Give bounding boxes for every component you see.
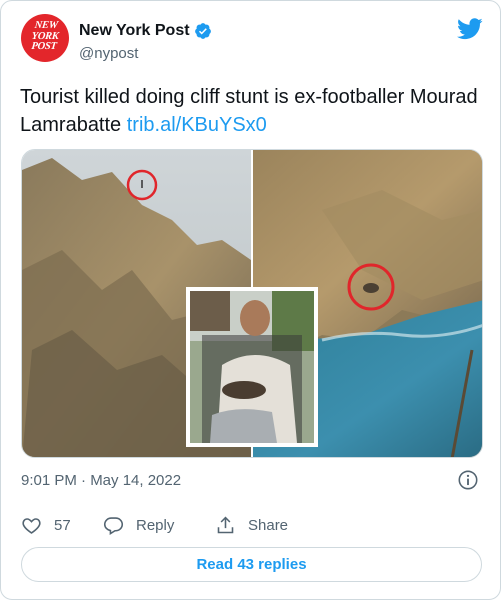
read-replies-button[interactable]: Read 43 replies	[21, 547, 482, 582]
author-handle[interactable]: @nypost	[79, 45, 138, 62]
tweet-timestamp[interactable]: 9:01 PM · May 14, 2022	[21, 472, 181, 489]
author-name-row: New York Post	[79, 22, 212, 40]
avatar-logo-text: NEW YORK POST	[30, 20, 60, 52]
info-icon[interactable]	[457, 469, 479, 491]
comment-bubble-icon	[103, 516, 124, 535]
share-label: Share	[248, 516, 289, 534]
share-button[interactable]: Share	[215, 515, 288, 536]
author-name[interactable]: New York Post	[79, 22, 190, 40]
heart-icon	[22, 517, 41, 534]
reply-label: Reply	[136, 516, 175, 534]
share-upload-icon	[217, 516, 234, 533]
tweet-link[interactable]: trib.al/KBuYSx0	[127, 114, 267, 136]
tweet-media-image[interactable]	[21, 149, 483, 458]
media-collage	[22, 150, 482, 457]
tweet-card: NEW YORK POST New York Post @nypost Tour…	[0, 0, 501, 600]
avatar[interactable]: NEW YORK POST	[21, 14, 69, 62]
like-button[interactable]: 57	[21, 515, 103, 536]
reply-button[interactable]: Reply	[103, 515, 215, 536]
verified-badge-icon	[194, 23, 211, 39]
tweet-text: Tourist killed doing cliff stunt is ex-f…	[20, 83, 485, 139]
twitter-bird-icon[interactable]	[457, 18, 483, 40]
like-count: 57	[54, 516, 71, 534]
tweet-actions: 57 Reply Share	[21, 513, 288, 537]
